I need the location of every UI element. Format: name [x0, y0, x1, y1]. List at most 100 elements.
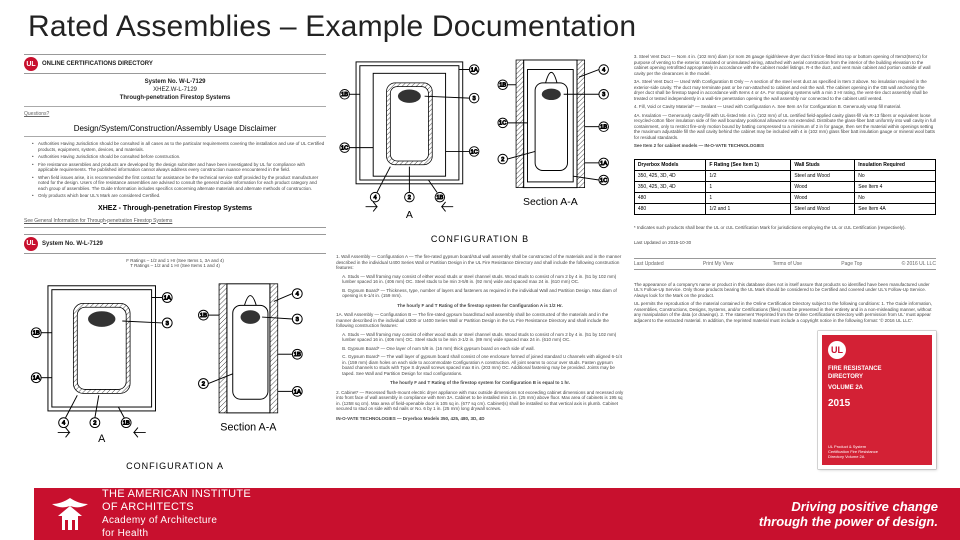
- svg-text:3: 3: [166, 320, 169, 326]
- category-line: XHEZ - Through-penetration Firestop Syst…: [24, 205, 326, 212]
- system-number: System No. W-L-7129: [42, 240, 326, 248]
- footer-bar: THE AMERICAN INSTITUTE OF ARCHITECTS Aca…: [0, 478, 960, 540]
- th: Dryerbox Models: [634, 159, 706, 170]
- book-volume: VOLUME 2A: [828, 384, 926, 392]
- svg-text:1A: 1A: [600, 161, 607, 167]
- svg-text:1B: 1B: [436, 195, 443, 201]
- footer-link[interactable]: Page Top: [841, 261, 862, 267]
- spec-table: Dryerbox Models F Rating (See Item 1) Wa…: [634, 159, 936, 215]
- drawing-config-b: 1B 1C 4 2 1B 1A 3 1C A: [336, 54, 624, 226]
- table-row: 350, 425, 3D, 4D1WoodSee Item 4: [634, 181, 935, 192]
- para: 3A. Steel Vent Duct — Used With Configur…: [634, 79, 936, 101]
- footer-links-row: Last Updated Print My View Terms of Use …: [634, 258, 936, 270]
- footer-link[interactable]: Last Updated: [634, 261, 664, 267]
- svg-text:2: 2: [408, 195, 411, 201]
- disclaimer-bullets: Authorities Having Jurisdiction should b…: [24, 141, 326, 199]
- ul-directory-label: ONLINE CERTIFICATIONS DIRECTORY: [42, 60, 153, 68]
- slide-title: Rated Assemblies – Example Documentation: [0, 0, 960, 44]
- org-line: Academy of Architecture: [102, 514, 251, 527]
- system-repeat-block: UL System No. W-L-7129 F Ratings – 1/2 a…: [24, 234, 326, 269]
- svg-text:1C: 1C: [499, 121, 506, 127]
- para: 4A. Insulation — Generously cavity-fill …: [634, 113, 936, 141]
- tagline: Driving positive change through the powe…: [759, 499, 938, 529]
- para: A. Studs — Wall framing may consist of e…: [342, 274, 624, 285]
- svg-text:2: 2: [93, 420, 96, 426]
- bullet: Only products which bear UL's Mark are c…: [32, 193, 326, 199]
- disclaimer-heading: Design/System/Construction/Assembly Usag…: [24, 121, 326, 137]
- th: Wall Studs: [791, 159, 855, 170]
- svg-text:1C: 1C: [600, 178, 607, 184]
- copyright: © 2016 UL LLC: [902, 261, 936, 267]
- svg-text:3: 3: [296, 316, 299, 322]
- svg-text:4: 4: [374, 195, 377, 201]
- ul-logo-icon: UL: [24, 57, 38, 71]
- svg-text:1B: 1B: [600, 125, 607, 131]
- org-line: OF ARCHITECTS: [102, 501, 251, 514]
- svg-text:A: A: [406, 210, 413, 221]
- svg-text:1B: 1B: [123, 420, 130, 426]
- rating-statement: The hourly F and T Rating of the firesto…: [336, 303, 624, 309]
- para: 2. Cabinet* — Recessed flush-mount elect…: [336, 390, 624, 412]
- column-1: UL ONLINE CERTIFICATIONS DIRECTORY Syste…: [24, 54, 326, 470]
- svg-text:1B: 1B: [341, 92, 348, 98]
- svg-text:A: A: [98, 433, 106, 445]
- svg-text:1C: 1C: [471, 149, 478, 155]
- para: 4. Fill, Void or Cavity Material* — Seal…: [634, 104, 936, 110]
- book-footer: UL Product & System Certification Fire R…: [828, 444, 888, 459]
- svg-text:3: 3: [602, 92, 605, 98]
- para: 1A. Wall Assembly — Configuration B — Th…: [336, 312, 624, 329]
- para: B. Gypsum Board* — Thickness, type, numb…: [342, 288, 624, 299]
- column-3: 3. Steel Vent Duct — Nom 4 in. (102 mm) …: [634, 54, 936, 470]
- th: F Rating (See Item 1): [706, 159, 791, 170]
- svg-text:4: 4: [296, 291, 300, 297]
- system-category-name: Through-penetration Firestop Systems: [24, 94, 326, 102]
- system-number: System No. W-L-7129: [24, 78, 326, 86]
- questions-link[interactable]: Questions?: [24, 111, 326, 117]
- aia-text: THE AMERICAN INSTITUTE OF ARCHITECTS Aca…: [102, 488, 251, 540]
- table-row: 350, 425, 3D, 4D1/2Steel and WoodNo: [634, 170, 935, 181]
- drawing-config-a: 1B 1A 4 2 1B 1A 3 A: [24, 275, 326, 453]
- spec-text: 1. Wall Assembly — Configuration A — The…: [336, 254, 624, 421]
- book-cover: UL FIRE RESISTANCE DIRECTORY VOLUME 2A 2…: [818, 331, 936, 469]
- last-updated: Last Updated on 2015-10-30: [634, 240, 936, 246]
- ul-logo-icon: UL: [828, 341, 846, 359]
- book-year: 2015: [828, 398, 926, 409]
- para: The appearance of a company's name or pr…: [634, 282, 936, 299]
- svg-text:4: 4: [602, 67, 605, 73]
- rating-statement: The hourly F and T Rating of the firesto…: [336, 380, 624, 386]
- aia-eagle-icon: [48, 494, 92, 534]
- ul-header-block: UL ONLINE CERTIFICATIONS DIRECTORY Syste…: [24, 54, 326, 228]
- table-row: 4801WoodNo: [634, 192, 935, 203]
- legal-text: The appearance of a company's name or pr…: [634, 282, 936, 324]
- book-title-line: FIRE RESISTANCE: [828, 365, 926, 373]
- manufacturer-line: See Item 2 for cabinet models — IN-O-VAT…: [634, 143, 936, 149]
- guide-info-link[interactable]: See General Information for Through-pene…: [24, 218, 326, 228]
- svg-text:1A: 1A: [294, 389, 301, 395]
- table-row: 4801/2 and 1Steel and WoodSee Item 4A: [634, 203, 935, 214]
- th: Insulation Required: [855, 159, 936, 170]
- svg-text:3: 3: [473, 96, 476, 102]
- svg-text:2: 2: [202, 381, 205, 387]
- svg-text:Section A-A: Section A-A: [220, 421, 277, 433]
- content-area: UL ONLINE CERTIFICATIONS DIRECTORY Syste…: [24, 54, 936, 470]
- column-2: 1B 1C 4 2 1B 1A 3 1C A: [336, 54, 624, 470]
- para: UL permits the reproduction of the mater…: [634, 301, 936, 323]
- config-a-label: CONFIGURATION A: [24, 461, 326, 471]
- footer-link[interactable]: Terms of Use: [773, 261, 802, 267]
- svg-text:1C: 1C: [341, 146, 348, 152]
- bullet: Authorities Having Jurisdiction should b…: [32, 154, 326, 160]
- svg-text:1B: 1B: [499, 83, 506, 89]
- bullet: When field issues arise, it is recommend…: [32, 175, 326, 192]
- svg-text:1B: 1B: [33, 330, 40, 336]
- svg-text:1A: 1A: [33, 375, 40, 381]
- para: 1. Wall Assembly — Configuration A — The…: [336, 254, 624, 271]
- ul-logo-icon: UL: [24, 237, 38, 251]
- para: C. Gypsum Board* — The wall layer of gyp…: [342, 354, 624, 376]
- svg-text:Section A-A: Section A-A: [523, 197, 578, 208]
- footer-link[interactable]: Print My View: [703, 261, 733, 267]
- system-category-code: XHEZ.W-L-7129: [24, 86, 326, 94]
- svg-text:1A: 1A: [164, 295, 171, 301]
- tagline-line: through the power of design.: [759, 514, 938, 529]
- svg-text:1B: 1B: [200, 313, 207, 319]
- svg-text:1B: 1B: [294, 352, 301, 358]
